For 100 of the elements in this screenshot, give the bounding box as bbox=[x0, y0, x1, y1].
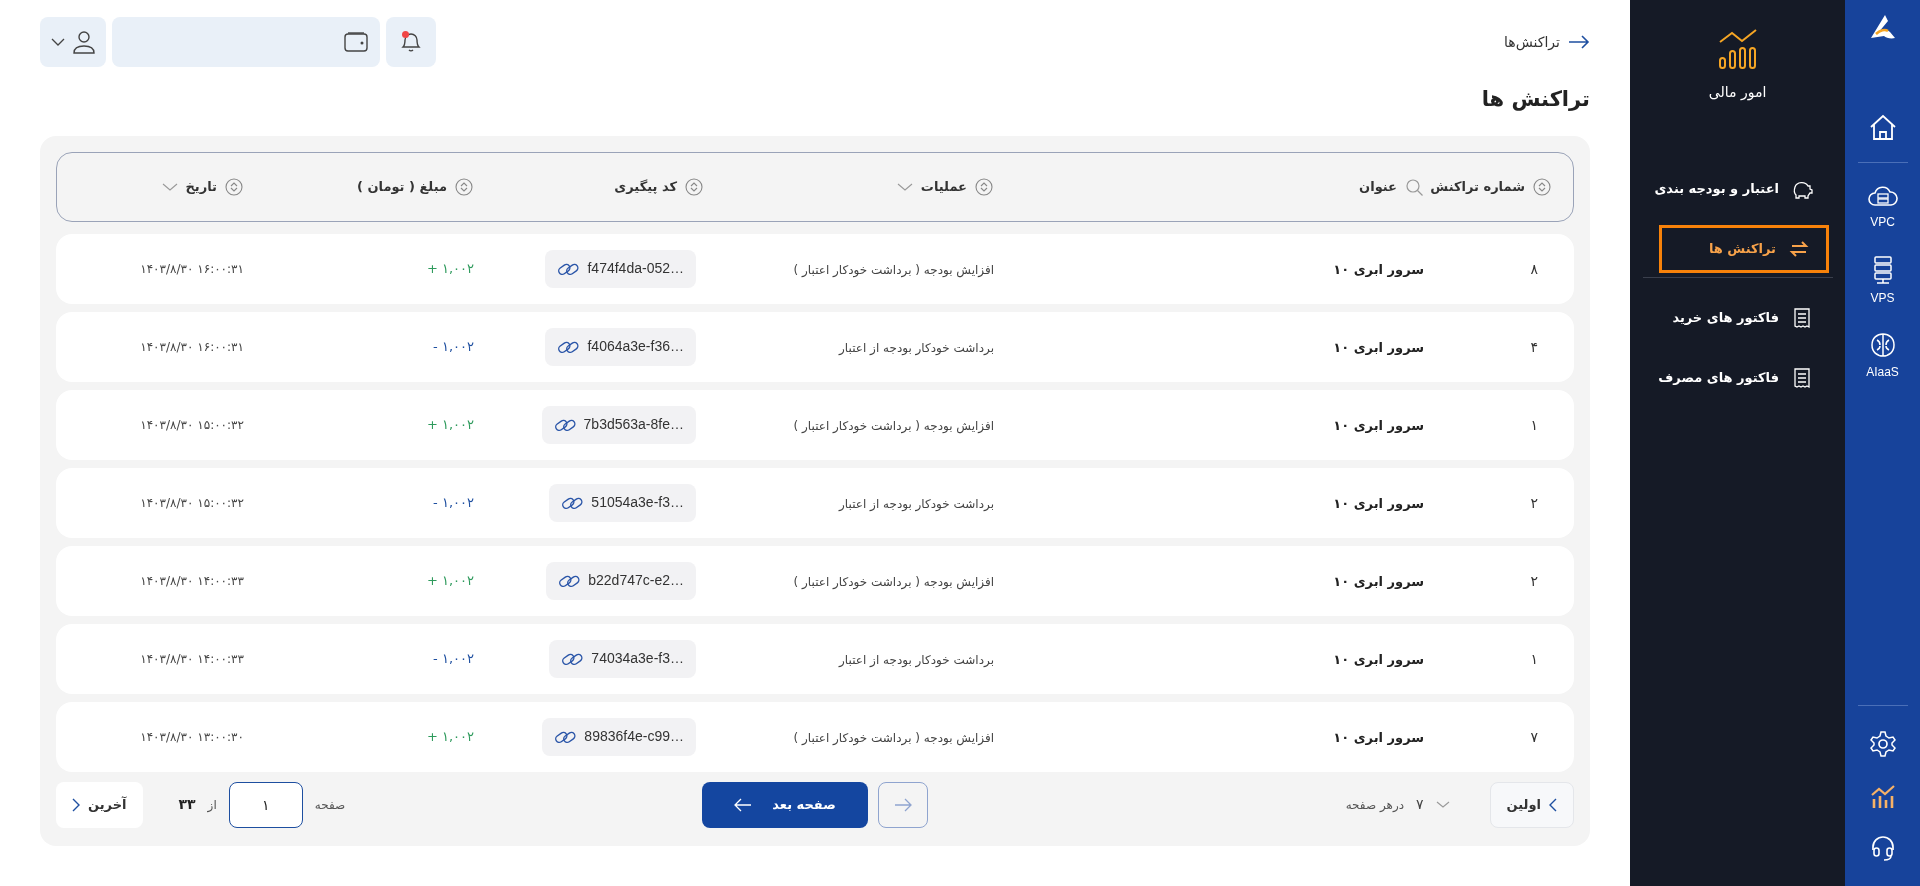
row-title: سرور ابری ۱۰ bbox=[1333, 729, 1424, 745]
tracking-code-chip[interactable]: b22d747c-e2… bbox=[546, 561, 696, 600]
amount: - ۱,۰۰۲ bbox=[433, 649, 474, 668]
bar-chart-icon[interactable] bbox=[1869, 782, 1896, 810]
chevron-down-icon[interactable] bbox=[896, 182, 913, 191]
page-size-label: درهر صفحه bbox=[1345, 796, 1405, 814]
page-number-field[interactable]: ۱ bbox=[228, 781, 303, 828]
date-time: ۱۴۰۳/۸/۳۰ ۱۵:۰۰:۳۲ bbox=[140, 416, 244, 434]
notifications-button[interactable] bbox=[386, 17, 436, 67]
row-title: سرور ابری ۱۰ bbox=[1333, 495, 1424, 511]
tracking-code-chip[interactable]: f474f4da-052… bbox=[545, 249, 696, 288]
date-time: ۱۴۰۳/۸/۳۰ ۱۴:۰۰:۳۳ bbox=[140, 650, 244, 668]
chevron-down-icon bbox=[51, 38, 65, 46]
tracking-code-chip[interactable]: f4064a3e-f36… bbox=[545, 327, 696, 366]
arrow-left-icon bbox=[734, 797, 753, 812]
date-time: ۱۴۰۳/۸/۳۰ ۱۵:۰۰:۳۲ bbox=[140, 494, 244, 512]
breadcrumb-label[interactable]: تراکنش‌ها bbox=[1504, 31, 1560, 53]
search-icon[interactable] bbox=[1405, 177, 1423, 196]
bell-icon bbox=[399, 30, 423, 54]
tracking-code: 74034a3e-f3… bbox=[591, 649, 684, 668]
tracking-code-chip[interactable]: 7b3d563a-8fe… bbox=[541, 405, 696, 444]
tracking-code: 51054a3e-f3… bbox=[591, 493, 684, 512]
wallet-icon bbox=[344, 31, 368, 53]
row-title: سرور ابری ۱۰ bbox=[1333, 261, 1424, 277]
sidebar-item[interactable]: تراکنش ها bbox=[1659, 225, 1829, 273]
settings-icon[interactable] bbox=[1868, 730, 1897, 758]
chevron-down-icon[interactable] bbox=[161, 182, 178, 191]
operation-text: افزایش بودجه ( برداشت خودکار اعتبار ) bbox=[793, 574, 994, 589]
row-title: سرور ابری ۱۰ bbox=[1333, 417, 1424, 433]
column-header[interactable]: شماره تراکنش bbox=[1430, 176, 1525, 197]
chevron-right-icon bbox=[72, 797, 80, 812]
back-arrow-icon[interactable] bbox=[1568, 35, 1590, 49]
column-header[interactable]: عنوان bbox=[1359, 176, 1397, 197]
row-number: ۸ bbox=[1530, 260, 1538, 277]
column-header[interactable]: تاریخ bbox=[185, 176, 217, 197]
sort-icon[interactable] bbox=[975, 177, 993, 196]
tracking-code: 89836f4e-c99… bbox=[584, 727, 684, 746]
receipt-icon bbox=[1791, 307, 1813, 329]
home-icon[interactable] bbox=[1868, 114, 1897, 142]
operation-text: برداشت خودکار بودجه از اعتبار bbox=[839, 340, 994, 355]
tracking-code-chip[interactable]: 51054a3e-f3… bbox=[549, 483, 696, 522]
rail-label[interactable]: VPC bbox=[1870, 213, 1895, 231]
row-number: ۲ bbox=[1530, 572, 1538, 589]
tracking-code: f474f4da-052… bbox=[587, 259, 684, 278]
operation-text: برداشت خودکار بودجه از اعتبار bbox=[839, 652, 994, 667]
page-label: صفحه bbox=[314, 796, 346, 814]
operation-text: افزایش بودجه ( برداشت خودکار اعتبار ) bbox=[793, 418, 994, 433]
column-header[interactable]: عملیات bbox=[920, 176, 967, 197]
page-title: تراکنش ها bbox=[1481, 86, 1590, 113]
amount: + ۱,۰۰۲ bbox=[426, 415, 474, 434]
chevron-down-icon bbox=[1435, 800, 1450, 809]
tracking-code: f4064a3e-f36… bbox=[587, 337, 684, 356]
arrow-right-icon bbox=[893, 797, 912, 812]
tracking-code-chip[interactable]: 74034a3e-f3… bbox=[549, 639, 696, 678]
sidebar-item[interactable]: اعتبار و بودجه بندی bbox=[1638, 165, 1829, 213]
total-pages: ۳۳ bbox=[178, 795, 196, 814]
tracking-code-chip[interactable]: 89836f4e-c99… bbox=[542, 717, 696, 756]
tracking-code: 7b3d563a-8fe… bbox=[583, 415, 684, 434]
growth-chart-icon bbox=[1716, 26, 1759, 70]
column-header[interactable]: مبلغ ( تومان ) bbox=[356, 176, 447, 197]
sidebar-item[interactable]: فاکتور های مصرف bbox=[1638, 354, 1829, 402]
sort-icon[interactable] bbox=[455, 177, 473, 196]
date-time: ۱۴۰۳/۸/۳۰ ۱۶:۰۰:۳۱ bbox=[140, 260, 244, 278]
tracking-code: b22d747c-e2… bbox=[588, 571, 684, 590]
operation-text: افزایش بودجه ( برداشت خودکار اعتبار ) bbox=[793, 730, 994, 745]
receipt-icon bbox=[1791, 367, 1813, 389]
rail-label[interactable]: AIaaS bbox=[1866, 363, 1899, 381]
next-page-button[interactable]: صفحه بعد bbox=[702, 781, 868, 828]
page-size-select[interactable]: ۷ bbox=[1416, 794, 1450, 815]
row-number: ۷ bbox=[1530, 728, 1538, 745]
row-number: ۴ bbox=[1530, 338, 1538, 355]
row-title: سرور ابری ۱۰ bbox=[1333, 573, 1424, 589]
amount: - ۱,۰۰۲ bbox=[433, 493, 474, 512]
wallet-field[interactable] bbox=[112, 17, 380, 67]
brain-icon[interactable] bbox=[1868, 331, 1897, 359]
date-time: ۱۴۰۳/۸/۳۰ ۱۶:۰۰:۳۱ bbox=[140, 338, 244, 356]
sort-icon[interactable] bbox=[685, 177, 703, 196]
row-number: ۱ bbox=[1530, 416, 1538, 433]
operation-text: برداشت خودکار بودجه از اعتبار bbox=[839, 496, 994, 511]
row-number: ۲ bbox=[1530, 494, 1538, 511]
column-header[interactable]: کد پیگیری bbox=[614, 176, 677, 197]
row-number: ۱ bbox=[1530, 650, 1538, 667]
last-page-button[interactable]: آخرین bbox=[56, 781, 143, 828]
operation-text: افزایش بودجه ( برداشت خودکار اعتبار ) bbox=[793, 262, 994, 277]
rail-label[interactable]: VPS bbox=[1870, 289, 1895, 307]
user-menu-button[interactable] bbox=[40, 17, 106, 67]
row-title: سرور ابری ۱۰ bbox=[1333, 651, 1424, 667]
section-title: امور مالی bbox=[1708, 83, 1767, 103]
first-page-button[interactable]: اولین bbox=[1489, 781, 1574, 828]
amount: + ۱,۰۰۲ bbox=[426, 259, 474, 278]
cloud-server-icon[interactable] bbox=[1867, 183, 1898, 209]
amount: + ۱,۰۰۲ bbox=[426, 727, 474, 746]
chevron-left-icon bbox=[1549, 797, 1557, 812]
sort-icon[interactable] bbox=[1533, 177, 1551, 196]
sidebar-item[interactable]: فاکتور های خرید bbox=[1638, 294, 1829, 342]
row-title: سرور ابری ۱۰ bbox=[1333, 339, 1424, 355]
date-time: ۱۴۰۳/۸/۳۰ ۱۳:۰۰:۳۰ bbox=[140, 728, 244, 746]
amount: + ۱,۰۰۲ bbox=[426, 571, 474, 590]
sort-icon[interactable] bbox=[225, 177, 243, 196]
amount: - ۱,۰۰۲ bbox=[433, 337, 474, 356]
